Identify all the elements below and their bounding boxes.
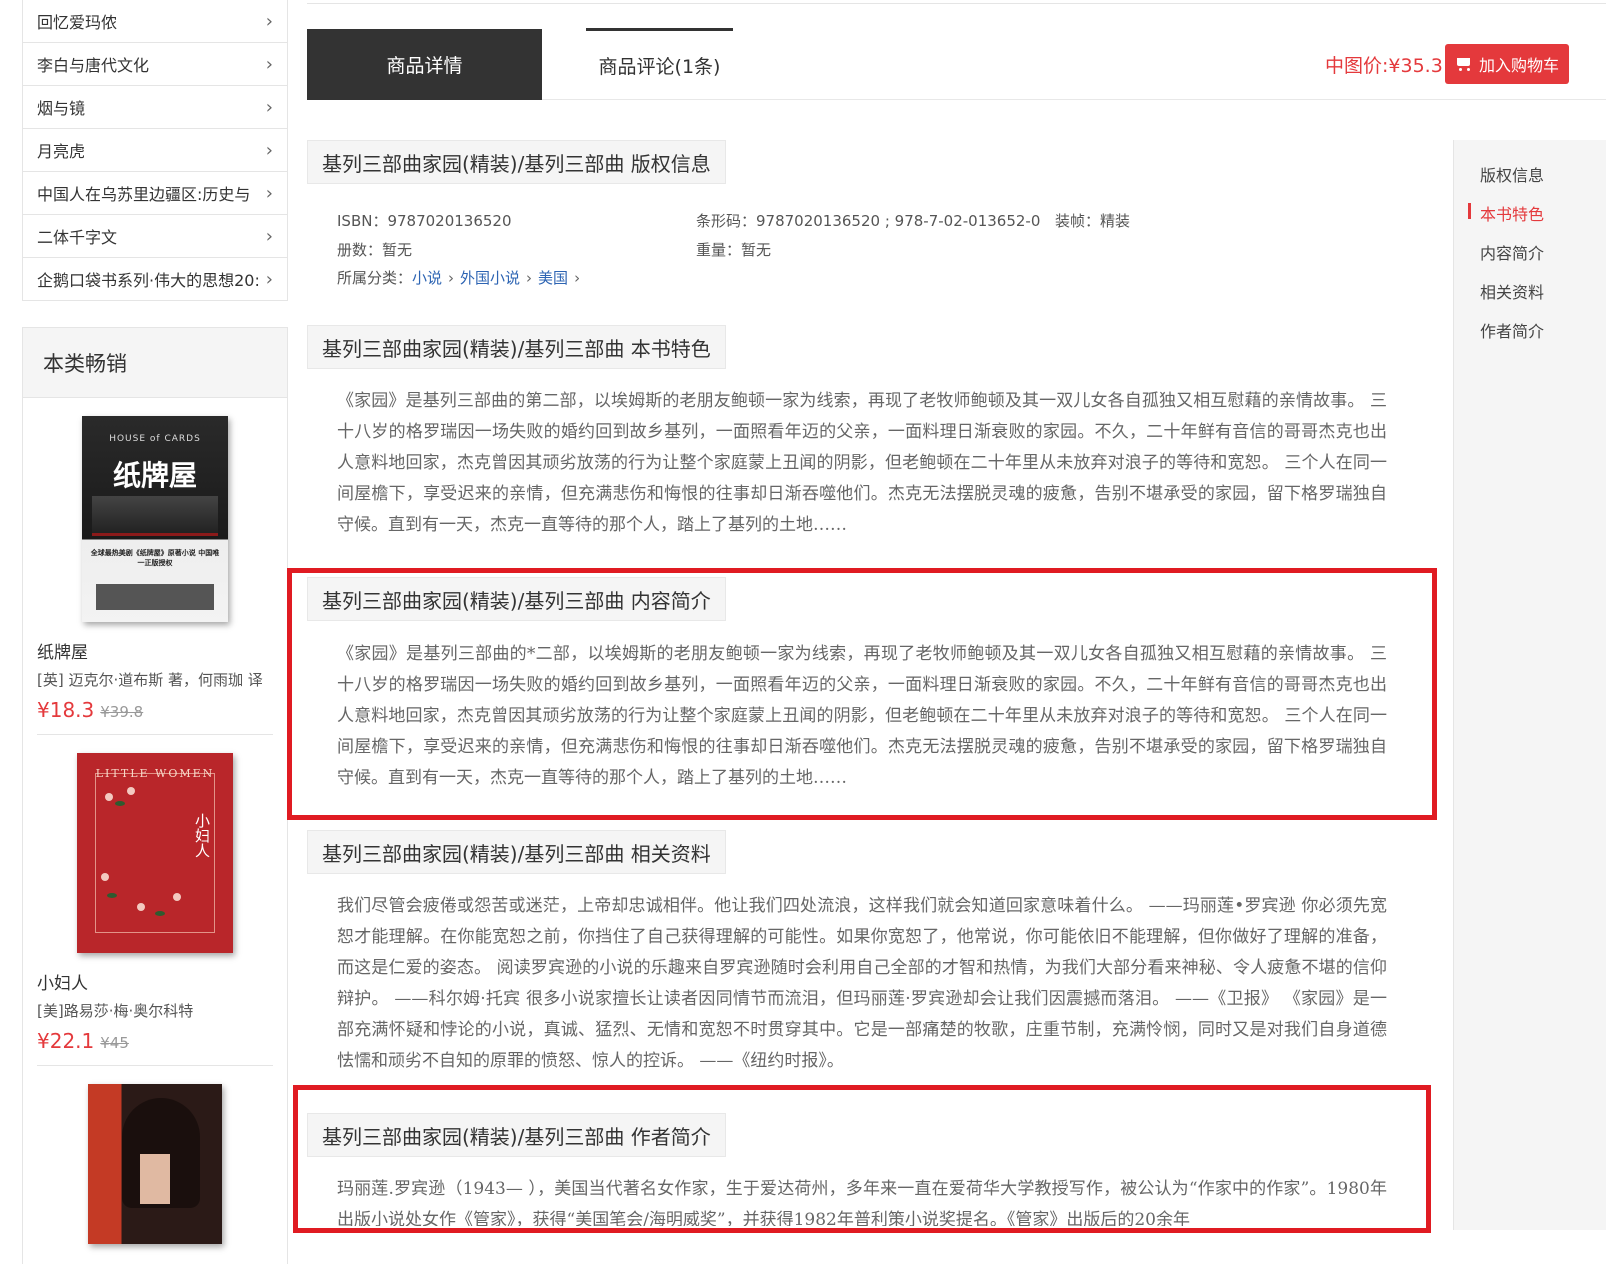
- cover-art: [92, 496, 218, 536]
- category-item[interactable]: 二体千字文 ›: [23, 214, 287, 257]
- cover-flower: [127, 787, 135, 795]
- section-nav-summary[interactable]: 内容简介: [1480, 240, 1544, 264]
- chevron-right-icon: ›: [265, 268, 273, 290]
- cover-text-top: HOUSE of CARDS: [109, 434, 201, 444]
- category-breadcrumb: 所属分类：小说 › 外国小说 › 美国 ›: [337, 267, 586, 288]
- section-nav-features[interactable]: 本书特色: [1480, 201, 1544, 225]
- breadcrumb-link[interactable]: 小说: [412, 269, 442, 287]
- book-price: ¥18.3: [37, 698, 95, 722]
- breadcrumb-link[interactable]: 美国: [538, 269, 568, 287]
- cover-blurb: 全球最热美剧《纸牌屋》原著小说 中国唯一正版授权: [90, 549, 220, 567]
- cover-flower: [173, 893, 181, 901]
- cover-leaf: [155, 911, 165, 916]
- category-item[interactable]: 烟与镜 ›: [23, 85, 287, 128]
- cover-figure-face: [140, 1154, 170, 1204]
- category-label: 中国人在乌苏里边疆区:历史与: [37, 185, 251, 204]
- section-nav: 版权信息 本书特色 内容简介 相关资料 作者简介: [1453, 140, 1606, 1230]
- section-title-related: 基列三部曲家园(精装)/基列三部曲 相关资料: [307, 830, 726, 874]
- bestseller-book[interactable]: HOUSE of CARDS 纸牌屋 全球最热美剧《纸牌屋》原著小说 中国唯一正…: [37, 398, 273, 735]
- category-item[interactable]: 中国人在乌苏里边疆区:历史与 ›: [23, 171, 287, 214]
- price-label: 中图价:¥35.3: [1325, 54, 1443, 77]
- category-item[interactable]: 月亮虎 ›: [23, 128, 287, 171]
- chevron-right-icon: ›: [265, 225, 273, 247]
- breadcrumb-separator: ›: [448, 269, 455, 287]
- category-label: 月亮虎: [37, 142, 86, 161]
- add-to-cart-label: 加入购物车: [1478, 56, 1559, 75]
- category-item[interactable]: 李白与唐代文化 ›: [23, 42, 287, 85]
- cover-leaf: [107, 893, 117, 898]
- book-old-price: ¥39.8: [100, 703, 144, 721]
- chevron-right-icon: ›: [265, 96, 273, 118]
- section-nav-author[interactable]: 作者简介: [1480, 318, 1544, 342]
- section-nav-related[interactable]: 相关资料: [1480, 279, 1544, 303]
- binding-field: 装帧：精装: [1055, 212, 1131, 230]
- cover-flower: [105, 793, 113, 801]
- bestseller-book[interactable]: LITTLE WOMEN 小妇人 小妇人 [美]路易莎·梅·奥尔科特 ¥22.1…: [37, 735, 273, 1066]
- category-label: 李白与唐代文化: [37, 56, 150, 75]
- category-item[interactable]: 回忆爱玛侬 ›: [23, 0, 287, 42]
- category-list: 回忆爱玛侬 › 李白与唐代文化 › 烟与镜 › 月亮虎 › 中国人在乌苏里边疆区:历史与…: [22, 0, 288, 301]
- top-divider: [307, 0, 1606, 4]
- book-cover-image[interactable]: [88, 1084, 222, 1244]
- breadcrumb-separator: ›: [526, 269, 533, 287]
- cover-photo-strip: [96, 584, 214, 610]
- section-nav-active-indicator: [1468, 203, 1471, 219]
- section-body-related: 我们尽管会疲倦或怨苦或迷茫，上帝却忠诚相伴。他让我们四处流浪，这样我们就会知道回…: [337, 896, 1387, 1071]
- book-title[interactable]: 小妇人: [37, 969, 273, 994]
- book-price: ¥22.1: [37, 1029, 95, 1053]
- category-label: 企鹅口袋书系列·伟大的思想20:: [37, 271, 259, 290]
- cover-flower: [101, 873, 109, 881]
- shopping-cart-icon: [1455, 56, 1473, 72]
- category-label: 回忆爱玛侬: [37, 13, 118, 32]
- barcode-field: 条形码：9787020136520 ; 978-7-02-013652-0: [696, 212, 1041, 230]
- add-to-cart-button[interactable]: 加入购物车: [1445, 44, 1569, 84]
- book-title[interactable]: 纸牌屋: [37, 638, 273, 663]
- section-nav-copyright[interactable]: 版权信息: [1480, 162, 1544, 186]
- tab-product-details[interactable]: 商品详情: [307, 29, 542, 100]
- chevron-right-icon: ›: [265, 182, 273, 204]
- breadcrumb-link[interactable]: 外国小说: [460, 269, 520, 287]
- chevron-right-icon: ›: [265, 139, 273, 161]
- isbn-field: ISBN：9787020136520: [337, 212, 512, 230]
- cover-flower: [137, 903, 145, 911]
- section-title-copyright: 基列三部曲家园(精装)/基列三部曲 版权信息: [307, 140, 726, 184]
- chevron-right-icon: ›: [265, 10, 273, 32]
- category-label: 二体千字文: [37, 228, 118, 247]
- book-author: [美]路易莎·梅·奥尔科特: [37, 1002, 194, 1020]
- left-column: 回忆爱玛侬 › 李白与唐代文化 › 烟与镜 › 月亮虎 › 中国人在乌苏里边疆区:历史与…: [22, 0, 288, 1264]
- bestseller-book[interactable]: [37, 1066, 273, 1264]
- section-title-features: 基列三部曲家园(精装)/基列三部曲 本书特色: [307, 325, 726, 369]
- breadcrumb-separator: ›: [574, 269, 581, 287]
- book-cover-image[interactable]: HOUSE of CARDS 纸牌屋 全球最热美剧《纸牌屋》原著小说 中国唯一正…: [82, 416, 228, 622]
- chevron-right-icon: ›: [265, 53, 273, 75]
- cover-text-top: LITTLE WOMEN: [95, 767, 215, 780]
- book-old-price: ¥45: [100, 1034, 129, 1052]
- section-body-summary: 《家园》是基列三部曲的*二部，以埃姆斯的老朋友鲍顿一家为线索，再现了老牧师鲍顿及…: [337, 644, 1387, 788]
- bestseller-panel: 本类畅销 HOUSE of CARDS 纸牌屋 全球最热美剧《纸牌屋》原著小说 …: [22, 327, 288, 1264]
- volumes-field: 册数：暂无: [337, 241, 413, 259]
- section-body-features: 《家园》是基列三部曲的第二部，以埃姆斯的老朋友鲍顿一家为线索，再现了老牧师鲍顿及…: [337, 391, 1387, 535]
- weight-field: 重量：暂无: [696, 241, 772, 259]
- tab-product-reviews[interactable]: 商品评论(1条): [586, 28, 733, 100]
- section-body-author: 玛丽莲.罗宾逊（1943— ），美国当代著名女作家，生于爱达荷州，多年来一直在爱…: [337, 1179, 1387, 1226]
- book-cover-image[interactable]: LITTLE WOMEN 小妇人: [77, 753, 233, 953]
- category-label: 烟与镜: [37, 99, 86, 118]
- section-title-author: 基列三部曲家园(精装)/基列三部曲 作者简介: [307, 1113, 726, 1157]
- section-title-summary: 基列三部曲家园(精装)/基列三部曲 内容简介: [307, 577, 726, 621]
- cover-leaf: [115, 801, 125, 806]
- category-breadcrumb-label: 所属分类：: [337, 269, 413, 287]
- book-author: [英] 迈克尔·道布斯 著，何雨珈 译: [37, 671, 263, 689]
- bestseller-heading: 本类畅销: [23, 328, 287, 398]
- cover-title: 纸牌屋: [112, 459, 197, 492]
- cover-title: 小妇人: [193, 813, 211, 858]
- product-tab-bar: 商品详情 商品评论(1条) 中图价:¥35.3 加入购物车: [307, 28, 1606, 100]
- category-item[interactable]: 企鹅口袋书系列·伟大的思想20: ›: [23, 257, 287, 300]
